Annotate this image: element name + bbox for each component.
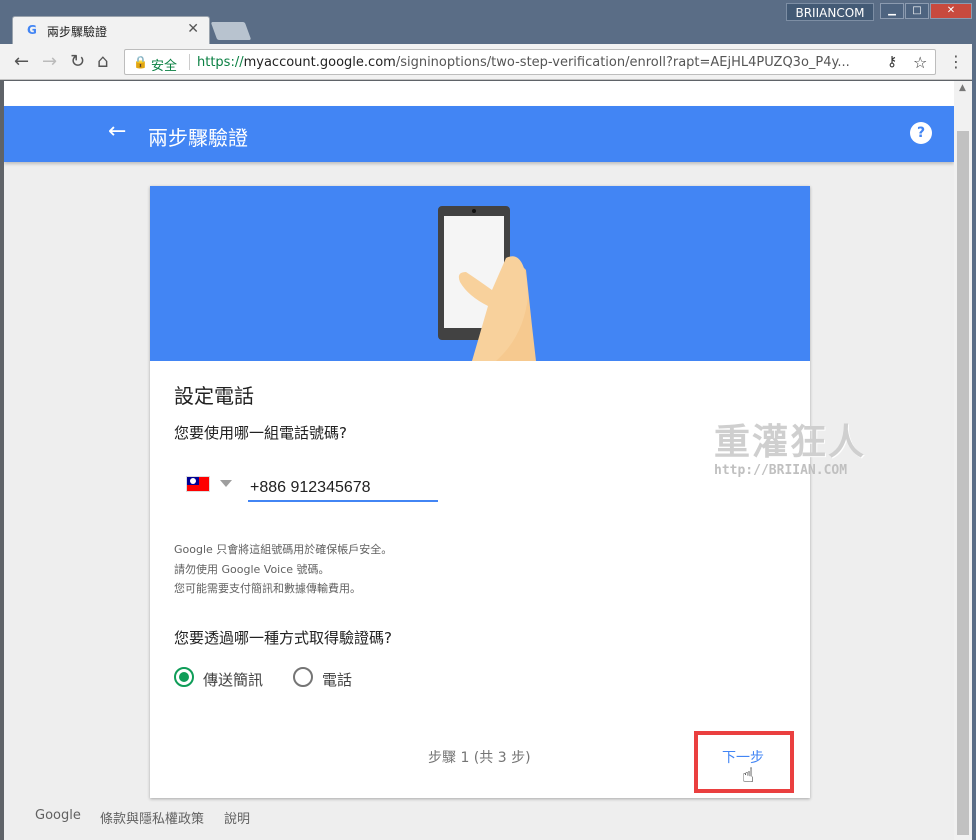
method-question: 您要透過哪一種方式取得驗證碼? — [174, 629, 392, 647]
bookmark-star-icon[interactable]: ☆ — [913, 53, 927, 72]
scroll-up-icon[interactable]: ▲ — [959, 83, 966, 93]
key-icon[interactable]: ⚷ — [887, 54, 897, 70]
footer-link-terms[interactable]: 條款與隱私權政策 — [100, 808, 204, 827]
hero-illustration — [150, 186, 810, 361]
omnibox-divider — [189, 54, 190, 70]
browser-toolbar: ← → ↻ ⌂ 🔒 安全 https://myaccount.google.co… — [0, 44, 976, 80]
help-icon[interactable]: ? — [910, 122, 932, 144]
google-favicon-icon: G — [27, 23, 37, 37]
phone-number-input[interactable] — [248, 476, 438, 502]
browser-tab[interactable]: G 兩步驟驗證 ✕ — [12, 16, 210, 44]
watermark-url: http://BRIIAN.COM — [714, 463, 848, 478]
phone-question: 您要使用哪一組電話號碼? — [174, 424, 347, 442]
reload-icon[interactable]: ↻ — [70, 51, 85, 72]
minimize-icon[interactable]: ▁ — [880, 3, 904, 19]
radio-sms-label[interactable]: 傳送簡訊 — [203, 669, 263, 690]
google-header-strip — [4, 81, 954, 106]
tab-close-icon[interactable]: ✕ — [187, 21, 199, 37]
url-text[interactable]: https://myaccount.google.com/signinoptio… — [197, 55, 875, 70]
window-frame — [972, 44, 976, 840]
home-icon[interactable]: ⌂ — [97, 51, 108, 72]
back-arrow-icon[interactable]: ← — [108, 119, 126, 144]
tab-title: 兩步驟驗證 — [47, 25, 108, 39]
window-close-icon[interactable]: ✕ — [930, 3, 972, 19]
note-line-1: Google 只會將這組號碼用於確保帳戶安全。 — [174, 543, 393, 556]
page-viewport: ← 兩步驟驗證 ? 設定電話 您要使用哪一組電話號碼? Google 只會將這組… — [4, 81, 954, 840]
forward-icon[interactable]: → — [42, 51, 57, 72]
window-titlebar: G 兩步驟驗證 ✕ BRIIANCOM ▁ □ ✕ — [0, 0, 976, 44]
watermark-text: 重灌狂人 — [714, 421, 867, 463]
page-title: 兩步驟驗證 — [148, 126, 248, 150]
footer-link-help[interactable]: 說明 — [224, 808, 250, 827]
setup-card: 設定電話 您要使用哪一組電話號碼? Google 只會將這組號碼用於確保帳戶安全… — [150, 186, 810, 798]
maximize-icon[interactable]: □ — [905, 3, 929, 19]
app-bar: ← 兩步驟驗證 ? — [4, 106, 954, 162]
radio-call-label[interactable]: 電話 — [322, 669, 352, 690]
country-dropdown-icon[interactable] — [220, 480, 232, 487]
scrollbar-thumb[interactable] — [957, 131, 969, 835]
profile-badge[interactable]: BRIIANCOM — [786, 3, 874, 21]
watermark: 重灌狂人 http://BRIIAN.COM — [714, 413, 866, 478]
next-button[interactable]: 下一步 ☝ — [694, 731, 794, 793]
step-indicator: 步驟 1 (共 3 步) — [428, 750, 531, 766]
radio-call[interactable] — [293, 667, 313, 687]
note-line-3: 您可能需要支付簡訊和數據傳輸費用。 — [174, 582, 361, 595]
address-bar[interactable]: 🔒 安全 https://myaccount.google.com/signin… — [124, 49, 936, 75]
hand-cursor-icon: ☝ — [742, 763, 755, 787]
browser-menu-icon[interactable]: ⋮ — [948, 52, 964, 71]
radio-sms[interactable] — [174, 667, 194, 687]
back-icon[interactable]: ← — [14, 51, 29, 72]
phone-in-hand-icon — [438, 206, 536, 361]
section-title: 設定電話 — [174, 384, 254, 408]
taiwan-flag-icon[interactable] — [186, 476, 210, 492]
page-scrollbar[interactable]: ▲ — [954, 81, 972, 840]
secure-label: 安全 — [151, 59, 178, 74]
footer-link-google[interactable]: Google — [35, 808, 81, 823]
lock-icon: 🔒 — [133, 55, 148, 69]
note-line-2: 請勿使用 Google Voice 號碼。 — [174, 563, 330, 576]
new-tab-button[interactable] — [210, 22, 252, 40]
